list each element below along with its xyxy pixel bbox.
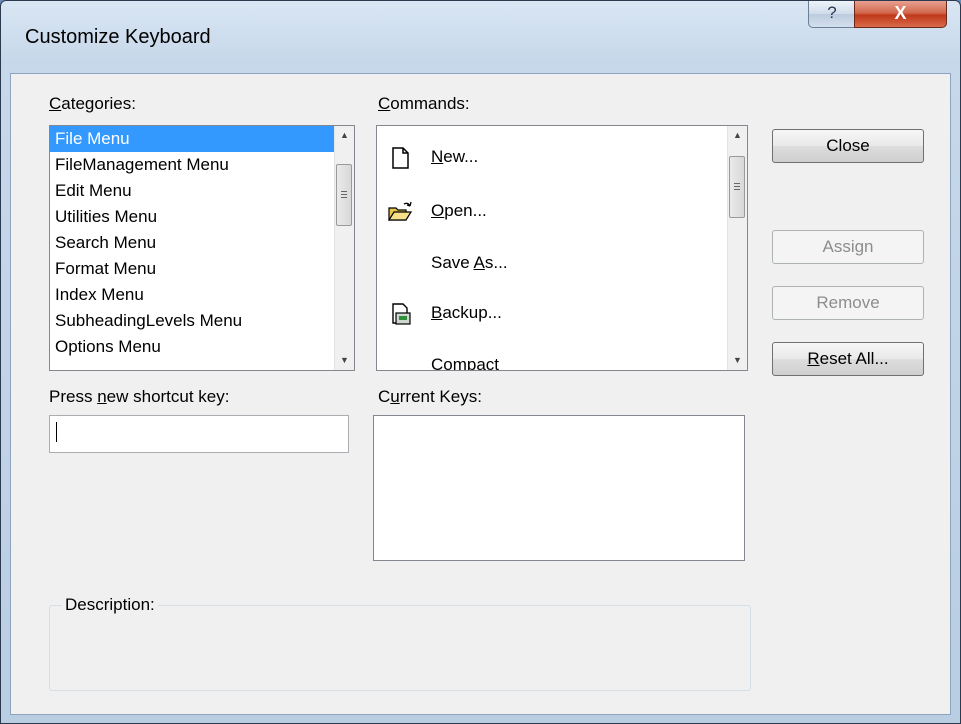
close-icon: X bbox=[894, 3, 907, 23]
question-mark-icon: ? bbox=[827, 3, 837, 22]
commands-scrollbar[interactable]: ▲ ▼ bbox=[727, 126, 747, 370]
current-keys-list[interactable] bbox=[373, 415, 745, 561]
categories-scrollbar[interactable]: ▲ ▼ bbox=[334, 126, 354, 370]
category-item[interactable]: FileManagement Menu bbox=[50, 152, 354, 178]
dialog-body: Categories: File Menu FileManagement Menu… bbox=[10, 73, 951, 715]
customize-keyboard-dialog: Customize Keyboard ? X Categories: File … bbox=[0, 0, 961, 724]
current-keys-label: Current Keys: bbox=[378, 387, 482, 406]
command-label: Open... bbox=[431, 201, 487, 220]
open-folder-icon bbox=[387, 199, 413, 225]
shortcut-key-input[interactable] bbox=[49, 415, 349, 453]
text-caret bbox=[56, 422, 57, 442]
command-item-save-as[interactable]: Save As... bbox=[431, 246, 508, 280]
category-item[interactable]: SubheadingLevels Menu bbox=[50, 308, 354, 334]
shortcut-key-label: Press new shortcut key: bbox=[49, 387, 230, 406]
help-button[interactable]: ? bbox=[808, 1, 856, 28]
categories-label: Categories: bbox=[49, 94, 136, 113]
scroll-up-arrow-icon[interactable]: ▲ bbox=[335, 126, 354, 145]
command-label: Save As... bbox=[431, 253, 508, 272]
title-bar[interactable]: Customize Keyboard ? X bbox=[1, 1, 960, 73]
command-label: Compact bbox=[431, 355, 500, 371]
window-close-button[interactable]: X bbox=[854, 1, 947, 28]
category-item[interactable]: Search Menu bbox=[50, 230, 354, 256]
command-item-backup[interactable]: Backup... bbox=[387, 296, 502, 330]
remove-button[interactable]: Remove bbox=[772, 286, 924, 320]
category-item[interactable]: Format Menu bbox=[50, 256, 354, 282]
scroll-down-arrow-icon[interactable]: ▼ bbox=[728, 351, 747, 370]
category-item[interactable]: Index Menu bbox=[50, 282, 354, 308]
new-document-icon bbox=[387, 145, 413, 171]
window-title: Customize Keyboard bbox=[25, 26, 211, 48]
categories-list[interactable]: File Menu FileManagement Menu Edit Menu Uti… bbox=[49, 125, 355, 371]
command-item-new[interactable]: New... bbox=[387, 140, 478, 174]
category-item[interactable]: Options Menu bbox=[50, 334, 354, 360]
description-label: Description: bbox=[62, 595, 158, 615]
scroll-thumb[interactable] bbox=[336, 164, 352, 226]
commands-list[interactable]: New... Open... Save As... Backup... Comp… bbox=[376, 125, 748, 371]
reset-all-button[interactable]: Reset All... bbox=[772, 342, 924, 376]
category-item[interactable]: Edit Menu bbox=[50, 178, 354, 204]
assign-button[interactable]: Assign bbox=[772, 230, 924, 264]
command-label: Backup... bbox=[431, 303, 502, 322]
scroll-up-arrow-icon[interactable]: ▲ bbox=[728, 126, 747, 145]
command-label: New... bbox=[431, 147, 479, 166]
description-group: Description: bbox=[49, 595, 751, 691]
categories-items: File Menu FileManagement Menu Edit Menu Uti… bbox=[50, 126, 354, 360]
close-button[interactable]: Close bbox=[772, 129, 924, 163]
category-item[interactable]: File Menu bbox=[50, 126, 354, 152]
command-item-open[interactable]: Open... bbox=[387, 194, 487, 228]
command-item-compact[interactable]: Compact bbox=[431, 348, 500, 371]
commands-label: Commands: bbox=[378, 94, 470, 113]
backup-icon bbox=[387, 301, 413, 327]
category-item[interactable]: Utilities Menu bbox=[50, 204, 354, 230]
scroll-down-arrow-icon[interactable]: ▼ bbox=[335, 351, 354, 370]
scroll-thumb[interactable] bbox=[729, 156, 745, 218]
